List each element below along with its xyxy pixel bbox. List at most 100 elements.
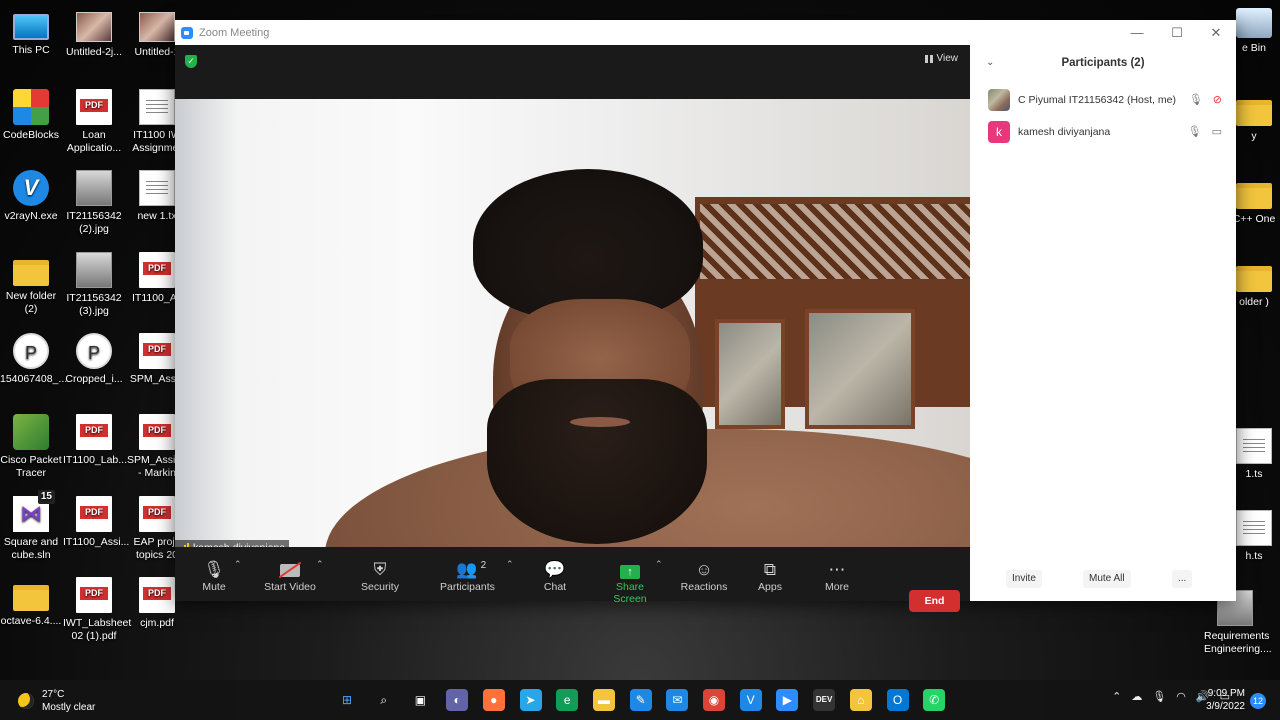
- time: 9:09 PM: [1207, 688, 1245, 699]
- ellipsis-icon: ⋯: [828, 560, 846, 579]
- cabinet-glass: [805, 309, 915, 429]
- folder-file-icon: [13, 585, 49, 611]
- desktop-icon-label: New folder (2): [5, 290, 57, 315]
- start-video-button[interactable]: Start Video: [263, 559, 317, 593]
- mute-label: Mute: [202, 581, 226, 593]
- dev-tools-icon[interactable]: DEV: [813, 689, 836, 711]
- store-icon[interactable]: ⌂: [849, 689, 872, 711]
- visual-studio-code-alt-icon[interactable]: ✎: [629, 689, 652, 711]
- whatsapp-icon[interactable]: ✆: [923, 689, 946, 711]
- desktop-icon[interactable]: ⋈ 15 Square and cube.sln: [0, 490, 62, 562]
- more-button[interactable]: ⋯ More: [823, 559, 851, 593]
- notification-badge[interactable]: 12: [1250, 693, 1266, 709]
- pc-file-icon: [13, 14, 49, 40]
- v2ray-icon[interactable]: V: [739, 689, 762, 711]
- search-icon[interactable]: ⌕: [373, 689, 395, 711]
- apps-icon: ⧉: [763, 560, 777, 579]
- minimize-button[interactable]: —: [1118, 20, 1156, 45]
- teams-chat-icon[interactable]: ◐: [446, 689, 469, 711]
- participant-name: C Piyumal IT21156342 (Host, me): [1018, 94, 1176, 106]
- mail-icon[interactable]: ✉: [666, 689, 689, 711]
- windows-start-icon[interactable]: ⊞: [336, 689, 358, 711]
- telegram-icon[interactable]: ➤: [519, 689, 542, 711]
- chrome-icon[interactable]: ◉: [703, 689, 725, 711]
- photo-file-icon: [76, 12, 112, 42]
- close-button[interactable]: ✕: [1197, 20, 1235, 45]
- chat-button[interactable]: 💬 Chat: [543, 559, 567, 593]
- desktop-icon[interactable]: PDF IT1100_Assi...: [63, 496, 129, 549]
- background-lattice: [700, 204, 970, 279]
- clock[interactable]: 9:09 PM 3/9/2022: [1206, 687, 1245, 713]
- end-meeting-button[interactable]: End: [909, 590, 960, 612]
- desktop-icon-label: IWT_Labsheet 02 (1).pdf: [63, 617, 132, 642]
- maximize-button[interactable]: ☐: [1158, 20, 1196, 45]
- invite-button[interactable]: Invite: [1006, 570, 1042, 588]
- participant-video-feed[interactable]: [175, 99, 970, 547]
- desktop-icon[interactable]: Untitled-2j...: [63, 8, 125, 59]
- desktop-icon[interactable]: PDF Loan Applicatio...: [63, 89, 125, 155]
- mute-all-button[interactable]: Mute All: [1083, 570, 1131, 588]
- desktop-icon[interactable]: P Cropped_i...: [63, 333, 125, 386]
- microphone-icon[interactable]: 🎙: [1152, 690, 1166, 703]
- mute-button[interactable]: 🎙 Mute: [201, 559, 227, 593]
- desktop-icon[interactable]: PDF IT1100_Lab...: [63, 414, 127, 467]
- scan-file-icon: [76, 170, 112, 206]
- wifi-icon[interactable]: ◠: [1176, 690, 1186, 703]
- desktop-icon[interactable]: P 154067408_...: [0, 333, 68, 386]
- v-file-icon: V: [13, 170, 49, 206]
- desktop-icon[interactable]: Vv2rayN.exe: [0, 170, 62, 223]
- edge-icon[interactable]: e: [556, 689, 579, 711]
- chevron-up-icon[interactable]: ⌃: [1112, 690, 1121, 703]
- view-button[interactable]: View: [924, 53, 959, 64]
- person-beard: [487, 379, 707, 544]
- desktop-icon-label: This PC: [12, 44, 50, 56]
- apps-button[interactable]: ⧉ Apps: [757, 559, 783, 593]
- task-view-icon[interactable]: ▣: [409, 689, 431, 711]
- participants-button[interactable]: 👥 2 Participants: [440, 559, 495, 593]
- reactions-button[interactable]: ☺ Reactions: [680, 559, 728, 593]
- cloud-icon[interactable]: ☁: [1131, 690, 1142, 703]
- security-button[interactable]: ⛨ Security: [360, 559, 400, 593]
- zoom-icon[interactable]: ▶: [776, 689, 799, 711]
- recycle-file-icon: [1236, 8, 1272, 38]
- folder-file-icon: [1236, 266, 1272, 292]
- chat-bubble-icon: 💬: [544, 560, 566, 579]
- video-camera-icon: ▭: [1211, 126, 1222, 138]
- file-explorer-icon[interactable]: ▬: [592, 689, 615, 711]
- desktop-icon[interactable]: PDF IWT_Labsheet 02 (1).pdf: [63, 577, 132, 643]
- desktop-icon[interactable]: New folder (2): [0, 252, 62, 316]
- chevron-up-icon: ⌃: [506, 559, 514, 569]
- desktop-icon[interactable]: octave-6.4....: [0, 577, 62, 628]
- firefox-icon[interactable]: ●: [482, 689, 505, 711]
- video-area: ✓ View kamesh diviyanjana 🎙 Mute: [175, 45, 970, 612]
- window-titlebar[interactable]: Zoom Meeting — ☐ ✕: [175, 20, 1236, 45]
- participant-status-icons: 🎙 ▭: [1188, 125, 1222, 138]
- desktop-icon[interactable]: Cisco Packet Tracer: [0, 414, 62, 480]
- participant-avatar: k: [988, 121, 1010, 143]
- outlook-icon[interactable]: O: [886, 689, 909, 711]
- pdf-file-icon: PDF: [139, 496, 175, 532]
- desktop-icon[interactable]: IT21156342 (2).jpg: [63, 170, 125, 236]
- participant-row[interactable]: C Piyumal IT21156342 (Host, me) 🎙 ⊘: [988, 89, 1228, 111]
- participant-status-icons: 🎙 ⊘: [1189, 93, 1222, 106]
- desktop-icon[interactable]: IT21156342 (3).jpg: [63, 252, 125, 318]
- microphone-icon: 🎙: [1187, 126, 1202, 138]
- code-file-icon: [13, 89, 49, 125]
- doc-file-icon: [1236, 510, 1272, 546]
- microphone-icon: 🎙: [203, 560, 225, 579]
- encryption-shield-icon[interactable]: ✓: [185, 55, 197, 68]
- more-options-button[interactable]: ...: [1172, 570, 1193, 588]
- participants-panel-title: Participants (2): [1061, 57, 1145, 69]
- meeting-toolbar: 🎙 Mute ⌃ Start Video ⌃ ⛨ Security 👥 2 Par…: [175, 547, 970, 605]
- desktop-icon-label: 154067408_...: [0, 373, 68, 385]
- share-screen-button[interactable]: ↑ Share Screen: [599, 559, 661, 605]
- cabinet-glass: [715, 319, 785, 429]
- view-label: View: [936, 53, 959, 64]
- pdf-file-icon: PDF: [139, 252, 175, 288]
- desktop-icon-label: Square and cube.sln: [3, 536, 59, 561]
- desktop-icon[interactable]: CodeBlocks: [0, 89, 62, 142]
- weather-widget[interactable]: 27°C Mostly clear: [18, 688, 95, 714]
- participant-row[interactable]: k kamesh diviyanjana 🎙 ▭: [988, 121, 1228, 143]
- weather-desc: Mostly clear: [42, 702, 96, 713]
- desktop-icon[interactable]: This PC: [0, 8, 62, 57]
